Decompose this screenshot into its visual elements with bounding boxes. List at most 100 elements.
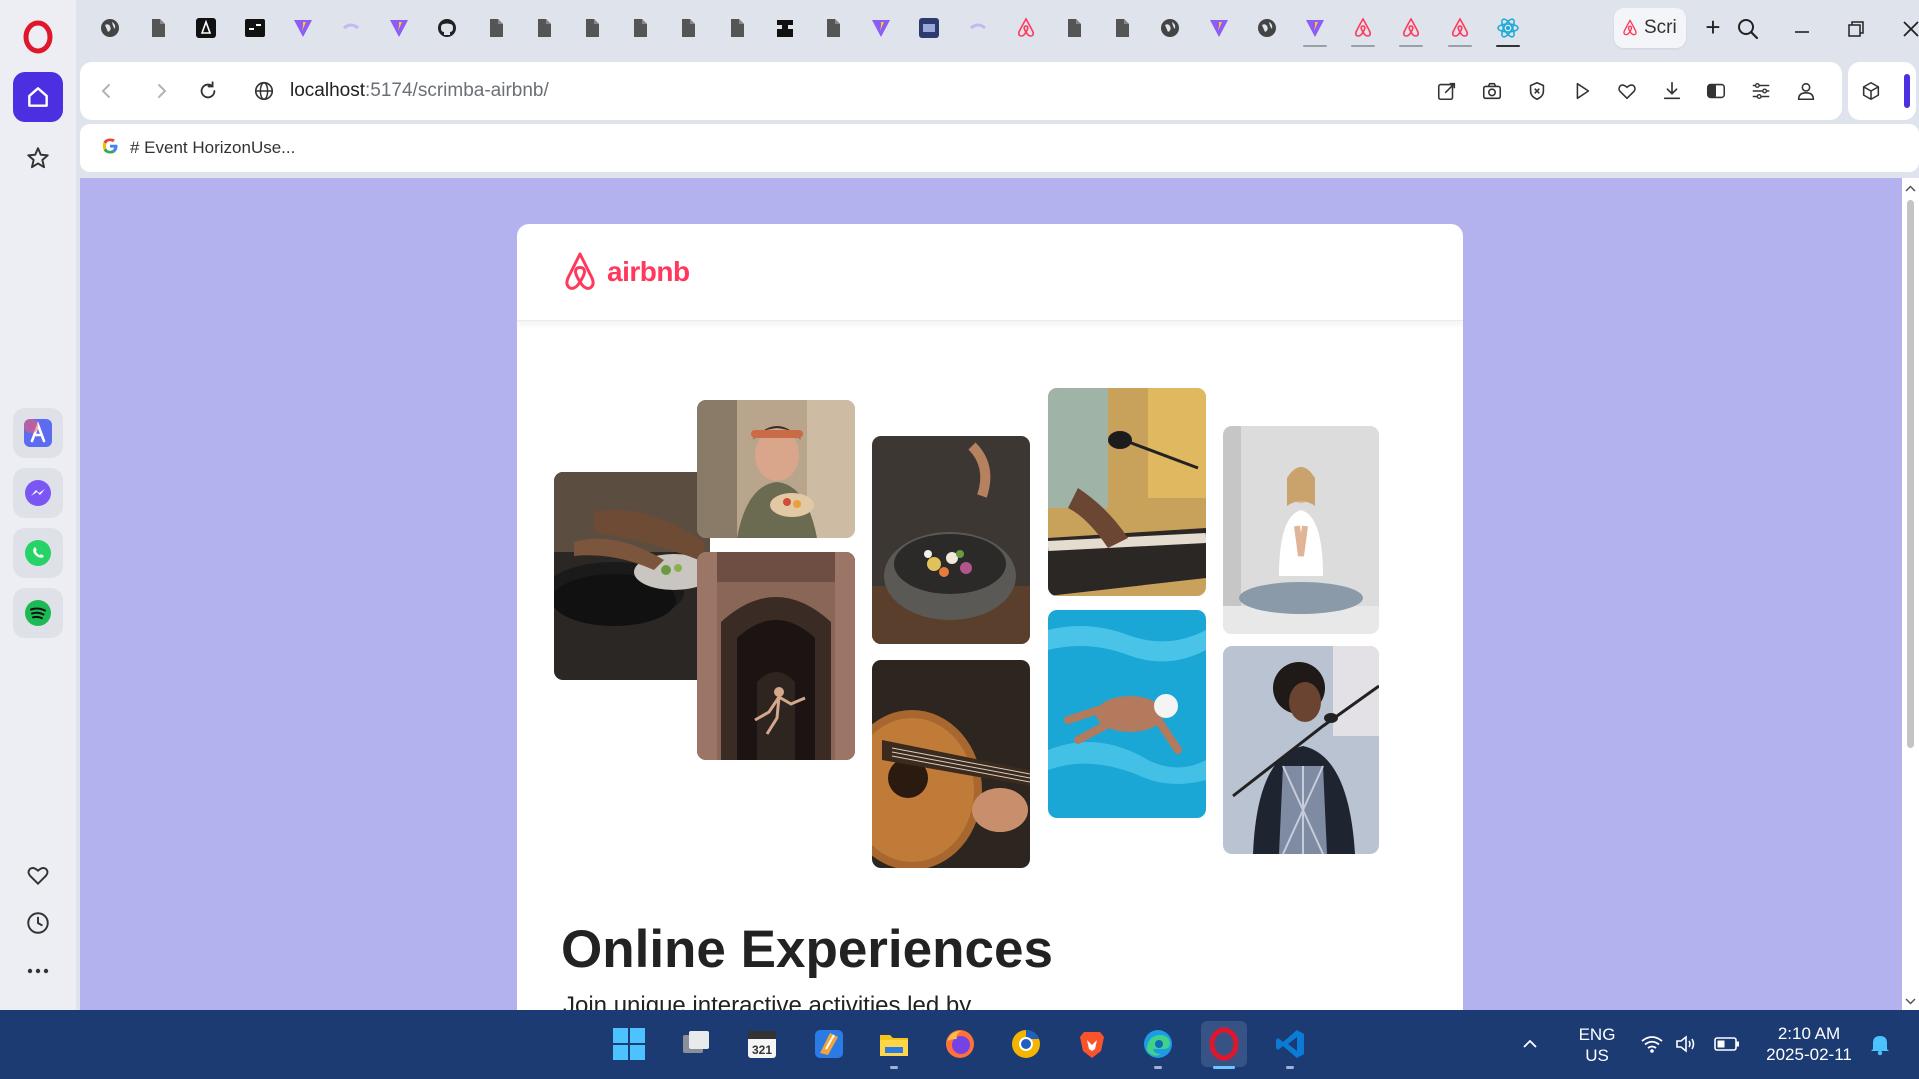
easy-setup-icon[interactable] <box>1748 78 1774 104</box>
tab-vite-icon[interactable] <box>289 13 317 43</box>
tab-doc-icon[interactable] <box>1108 13 1136 43</box>
more-dots-icon[interactable] <box>13 946 63 996</box>
back-icon[interactable] <box>92 76 122 106</box>
whatsapp-icon[interactable] <box>13 528 63 578</box>
tab-globe-icon[interactable] <box>96 13 124 43</box>
wifi-icon[interactable] <box>1636 1021 1668 1067</box>
tab-vite-icon[interactable] <box>1205 13 1233 43</box>
show-hidden-icons-chevron-icon[interactable] <box>1515 1021 1545 1067</box>
photo-guitar <box>872 660 1030 868</box>
tab-vite-icon[interactable] <box>385 13 413 43</box>
sidebar-indicator <box>1904 74 1910 108</box>
restore-icon[interactable] <box>1836 12 1876 46</box>
file-explorer-icon[interactable] <box>871 1021 917 1069</box>
address-bar: localhost:5174/scrimba-airbnb/ <box>80 62 1842 120</box>
site-info-globe-icon[interactable] <box>249 76 279 106</box>
airbnb-icon <box>1623 19 1637 36</box>
tab-active[interactable]: Scri <box>1614 8 1686 48</box>
spotify-icon[interactable] <box>13 588 63 638</box>
photo-plated-dish <box>872 436 1030 644</box>
photo-keyboard-singer <box>1048 388 1206 596</box>
tab-github-icon[interactable] <box>433 13 461 43</box>
calendar-app-icon[interactable]: 321 <box>739 1021 785 1067</box>
tab-airbnb-icon[interactable] <box>1349 13 1377 47</box>
bookmark-heart-icon[interactable] <box>1614 78 1640 104</box>
clock[interactable]: 2:10 AM 2025-02-11 <box>1754 1023 1864 1065</box>
edge-icon[interactable] <box>1135 1021 1181 1069</box>
tab-doc-icon[interactable] <box>578 13 606 43</box>
scroll-down-icon[interactable] <box>1902 994 1919 1008</box>
tab-react-icon[interactable] <box>1494 13 1522 47</box>
tab-doc-icon[interactable] <box>723 13 751 43</box>
play-icon[interactable] <box>1569 78 1595 104</box>
tab-globe-icon[interactable] <box>1156 13 1184 43</box>
tab-airbnb-icon[interactable] <box>1446 13 1474 47</box>
page-title: Online Experiences <box>561 920 1053 979</box>
language-indicator[interactable]: ENG US <box>1572 1024 1622 1066</box>
new-tab-button[interactable]: + <box>1693 10 1733 44</box>
tab-wizard-icon[interactable] <box>771 13 799 43</box>
vscode-icon[interactable] <box>1267 1021 1313 1069</box>
start-windows-icon[interactable] <box>606 1021 652 1067</box>
tab-doc-icon[interactable] <box>626 13 654 43</box>
tab-vite-icon[interactable] <box>1301 13 1329 47</box>
copilot-app-icon[interactable] <box>806 1021 852 1067</box>
tab-doc-icon[interactable] <box>674 13 702 43</box>
profile-icon[interactable] <box>1793 78 1819 104</box>
tab-doc-icon[interactable] <box>482 13 510 43</box>
tab-astro-icon[interactable] <box>192 13 220 43</box>
adblock-shield-icon[interactable] <box>1524 78 1550 104</box>
photo-cooking <box>554 472 710 680</box>
page-scrollbar[interactable] <box>1902 178 1919 1010</box>
tab-vite-icon[interactable] <box>867 13 895 43</box>
tab-blank-icon[interactable] <box>337 13 365 43</box>
airbnb-card: airbnb Online Experiences Join unique in… <box>517 224 1463 1010</box>
snapshot-camera-icon[interactable] <box>1479 78 1505 104</box>
opera-sidebar <box>0 0 76 1010</box>
tab-terminal-icon[interactable] <box>241 13 269 43</box>
close-window-icon[interactable] <box>1891 12 1919 46</box>
tab-airbnb-icon[interactable] <box>1012 13 1040 43</box>
tab-doc-icon[interactable] <box>530 13 558 43</box>
tab-blank-icon[interactable] <box>964 13 992 43</box>
pinboard-star-icon[interactable] <box>13 133 63 183</box>
chrome-beta-icon[interactable] <box>1003 1021 1049 1067</box>
messenger-icon[interactable] <box>13 468 63 518</box>
url-field[interactable]: localhost:5174/scrimba-airbnb/ <box>290 80 549 102</box>
reload-icon[interactable] <box>193 76 223 106</box>
heart-icon[interactable] <box>13 850 63 900</box>
tab-globe-icon[interactable] <box>1253 13 1281 43</box>
extensions-area <box>1848 62 1916 120</box>
tab-app-icon[interactable] <box>915 13 943 43</box>
airbnb-logo-icon[interactable] <box>561 252 599 292</box>
forward-icon[interactable] <box>146 76 176 106</box>
volume-icon[interactable] <box>1670 1021 1702 1067</box>
scroll-thumb[interactable] <box>1907 200 1914 748</box>
tab-doc-icon[interactable] <box>144 13 172 43</box>
photo-singer-mic <box>1223 646 1379 854</box>
url-host: localhost <box>290 80 365 101</box>
battery-saver-icon[interactable] <box>1703 78 1729 104</box>
opera-taskbar-icon[interactable] <box>1201 1021 1247 1069</box>
extensions-cube-icon[interactable] <box>1858 78 1884 104</box>
battery-icon[interactable] <box>1710 1021 1744 1067</box>
history-clock-icon[interactable] <box>13 898 63 948</box>
home-icon[interactable] <box>13 72 63 122</box>
notification-bell-icon[interactable] <box>1863 1021 1897 1067</box>
brave-icon[interactable] <box>1069 1021 1115 1067</box>
bookmark-item[interactable]: # Event HorizonUse... <box>130 138 295 158</box>
tab-doc-icon[interactable] <box>1060 13 1088 43</box>
download-icon[interactable] <box>1659 78 1685 104</box>
edit-share-icon[interactable] <box>1434 78 1460 104</box>
task-view-icon[interactable] <box>673 1021 719 1067</box>
tab-airbnb-icon[interactable] <box>1397 13 1425 47</box>
tab-doc-icon[interactable] <box>819 13 847 43</box>
opera-logo-icon[interactable] <box>13 12 63 62</box>
minimize-icon[interactable] <box>1782 12 1822 46</box>
tab-title: Scri <box>1644 17 1677 38</box>
firefox-icon[interactable] <box>937 1021 983 1067</box>
aria-icon[interactable] <box>13 408 63 458</box>
search-tabs-icon[interactable] <box>1728 12 1768 46</box>
scroll-up-icon[interactable] <box>1902 182 1919 196</box>
clock-date: 2025-02-11 <box>1766 1045 1852 1064</box>
